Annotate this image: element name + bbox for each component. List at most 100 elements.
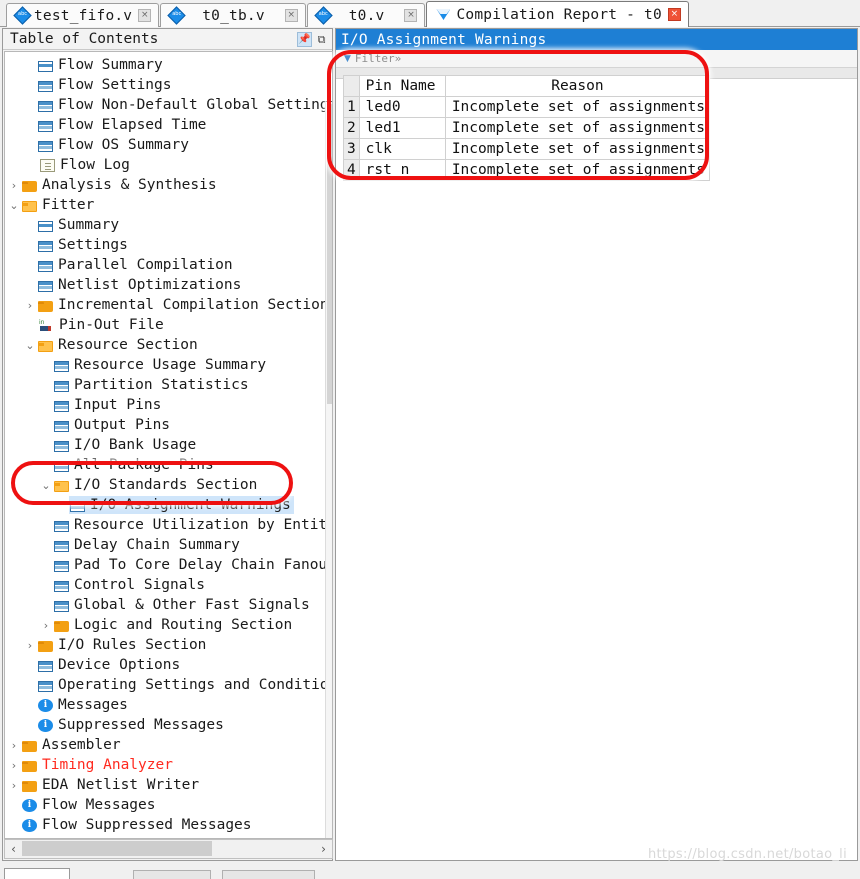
chevron-right-icon[interactable]: › <box>7 779 21 792</box>
toc-item-logic-and-routing-section[interactable]: › Logic and Routing Section <box>5 615 332 635</box>
toc-item-resource-usage-summary[interactable]: Resource Usage Summary <box>5 355 332 375</box>
toc-item-partition-statistics[interactable]: Partition Statistics <box>5 375 332 395</box>
close-icon[interactable]: × <box>404 9 418 22</box>
toc-item-i-o-bank-usage[interactable]: I/O Bank Usage <box>5 435 332 455</box>
table-row[interactable]: 2 led1 Incomplete set of assignments <box>343 117 711 139</box>
close-icon[interactable]: × <box>284 9 298 22</box>
toc-item-settings[interactable]: Settings <box>5 235 332 255</box>
table-row[interactable]: 4 rst_n Incomplete set of assignments <box>343 159 711 181</box>
pin-icon[interactable]: 📌 <box>297 31 312 47</box>
table-row[interactable]: 1 led0 Incomplete set of assignments <box>343 96 711 118</box>
toc-item-hit[interactable]: Assembler <box>21 736 124 754</box>
toc-item-hit[interactable]: Global & Other Fast Signals <box>53 596 313 614</box>
toc-item-hit[interactable]: i Flow Suppressed Messages <box>21 816 255 834</box>
toc-item-hit[interactable]: Pad To Core Delay Chain Fanout <box>53 556 332 574</box>
tab-t0-v[interactable]: abc t0.v × <box>306 3 426 27</box>
float-window-icon[interactable]: ⧉ <box>314 32 329 47</box>
chevron-down-icon[interactable]: ⌄ <box>23 339 37 352</box>
toc-item-hit[interactable]: Incremental Compilation Section <box>37 296 332 314</box>
toc-item-hit[interactable]: Parallel Compilation <box>37 256 236 274</box>
toc-item-flow-messages[interactable]: i Flow Messages <box>5 795 332 815</box>
toc-item-eda-netlist-writer[interactable]: › EDA Netlist Writer <box>5 775 332 795</box>
toc-item-i-o-rules-section[interactable]: › I/O Rules Section <box>5 635 332 655</box>
toc-item-hit[interactable]: EDA Netlist Writer <box>21 776 202 794</box>
toc-item-messages[interactable]: i Messages <box>5 695 332 715</box>
toc-vertical-scrollbar[interactable] <box>325 102 332 838</box>
toc-item-hit[interactable]: I/O Bank Usage <box>53 436 199 454</box>
toc-item-hit[interactable]: Flow Non-Default Global Settings <box>37 96 332 114</box>
toc-item-netlist-optimizations[interactable]: Netlist Optimizations <box>5 275 332 295</box>
toc-item-pad-to-core-delay-chain-fanout[interactable]: Pad To Core Delay Chain Fanout <box>5 555 332 575</box>
chevron-right-icon[interactable]: › <box>39 619 53 632</box>
toc-item-hit[interactable]: Settings <box>37 236 131 254</box>
toc-item-summary[interactable]: Summary <box>5 215 332 235</box>
toc-item-hit[interactable]: Flow Settings <box>37 76 175 94</box>
toc-item-input-pins[interactable]: Input Pins <box>5 395 332 415</box>
tab-test-fifo-v[interactable]: abc test_fifo.v × <box>6 3 160 27</box>
chevron-down-icon[interactable]: ⌄ <box>39 479 53 492</box>
close-icon[interactable]: × <box>138 9 152 22</box>
toc-item-hit[interactable]: Pin-Out File <box>37 316 167 334</box>
toc-item-hit[interactable]: Resource Utilization by Entity <box>53 516 332 534</box>
column-header-pin-name[interactable]: Pin Name <box>358 75 446 97</box>
toc-item-hit[interactable]: Partition Statistics <box>53 376 252 394</box>
toc-item-output-pins[interactable]: Output Pins <box>5 415 332 435</box>
toc-item-hit[interactable]: Timing Analyzer <box>21 756 176 774</box>
toc-item-hit[interactable]: i Suppressed Messages <box>37 716 227 734</box>
toc-item-hit[interactable]: I/O Assignment Warnings <box>69 496 294 514</box>
io-assignment-warnings-table[interactable]: Pin Name Reason 1 led0 Incomplete set of a… <box>343 75 711 181</box>
toc-item-hit[interactable]: i Messages <box>37 696 131 714</box>
tab-t0-tb-v[interactable]: abc t0_tb.v × <box>160 3 306 27</box>
toc-item-hit[interactable]: Resource Usage Summary <box>53 356 269 374</box>
toc-item-analysis-synthesis[interactable]: › Analysis & Synthesis <box>5 175 332 195</box>
toc-item-flow-non-default-global-settings[interactable]: Flow Non-Default Global Settings <box>5 95 332 115</box>
chevron-right-icon[interactable]: › <box>7 179 21 192</box>
toc-item-fitter[interactable]: ⌄ Fitter <box>5 195 332 215</box>
toc-item-hit[interactable]: Flow OS Summary <box>37 136 192 154</box>
toc-item-hit[interactable]: Flow Elapsed Time <box>37 116 209 134</box>
toc-item-i-o-standards-section[interactable]: ⌄ I/O Standards Section <box>5 475 332 495</box>
toc-item-resource-section[interactable]: ⌄ Resource Section <box>5 335 332 355</box>
toc-item-hit[interactable]: Resource Section <box>37 336 201 354</box>
toc-item-i-o-assignment-warnings[interactable]: I/O Assignment Warnings <box>5 495 332 515</box>
toc-item-resource-utilization-by-entity[interactable]: Resource Utilization by Entity <box>5 515 332 535</box>
toc-item-incremental-compilation-section[interactable]: › Incremental Compilation Section <box>5 295 332 315</box>
toc-item-device-options[interactable]: Device Options <box>5 655 332 675</box>
toc-item-hit[interactable]: Analysis & Synthesis <box>21 176 220 194</box>
tab-compilation-report[interactable]: Compilation Report - t0 × <box>426 1 689 27</box>
toc-item-hit[interactable]: Delay Chain Summary <box>53 536 243 554</box>
toc-item-hit[interactable]: Control Signals <box>53 576 208 594</box>
toc-tree[interactable]: Flow Summary Flow Settings Flow Non-Defaul… <box>4 51 333 839</box>
toc-item-suppressed-messages[interactable]: i Suppressed Messages <box>5 715 332 735</box>
toc-item-hit[interactable]: Output Pins <box>53 416 173 434</box>
bottom-input-fragment[interactable] <box>4 868 70 879</box>
toc-item-timing-analyzer[interactable]: › Timing Analyzer <box>5 755 332 775</box>
scrollbar-track[interactable] <box>22 840 315 858</box>
toc-item-assembler[interactable]: › Assembler <box>5 735 332 755</box>
toc-item-flow-log[interactable]: Flow Log <box>5 155 332 175</box>
toc-item-hit[interactable]: I/O Rules Section <box>37 636 209 654</box>
chevron-right-icon[interactable]: › <box>7 739 21 752</box>
toc-item-delay-chain-summary[interactable]: Delay Chain Summary <box>5 535 332 555</box>
toc-item-hit[interactable]: Fitter <box>21 196 97 214</box>
toc-item-flow-suppressed-messages[interactable]: i Flow Suppressed Messages <box>5 815 332 835</box>
toc-item-hit[interactable]: Device Options <box>37 656 183 674</box>
toc-item-flow-settings[interactable]: Flow Settings <box>5 75 332 95</box>
toc-item-hit[interactable]: Input Pins <box>53 396 164 414</box>
chevron-down-icon[interactable]: ▼ <box>344 54 351 64</box>
toc-horizontal-scrollbar[interactable]: ‹ › <box>4 839 333 859</box>
bottom-button-fragment-2[interactable] <box>222 870 315 879</box>
scrollbar-thumb[interactable] <box>327 104 332 404</box>
toc-item-hit[interactable]: Netlist Optimizations <box>37 276 244 294</box>
column-header-index[interactable] <box>343 75 360 97</box>
toc-item-flow-os-summary[interactable]: Flow OS Summary <box>5 135 332 155</box>
toc-item-flow-elapsed-time[interactable]: Flow Elapsed Time <box>5 115 332 135</box>
filter-row[interactable]: ▼ Filter» <box>336 50 857 68</box>
toc-item-parallel-compilation[interactable]: Parallel Compilation <box>5 255 332 275</box>
toc-item-flow-summary[interactable]: Flow Summary <box>5 55 332 75</box>
toc-item-hit[interactable]: Operating Settings and Conditions <box>37 676 332 694</box>
column-header-reason[interactable]: Reason <box>444 75 711 97</box>
scroll-left-icon[interactable]: ‹ <box>5 840 22 858</box>
toc-item-pin-out-file[interactable]: Pin-Out File <box>5 315 332 335</box>
toc-item-hit[interactable]: Flow Summary <box>37 56 166 74</box>
